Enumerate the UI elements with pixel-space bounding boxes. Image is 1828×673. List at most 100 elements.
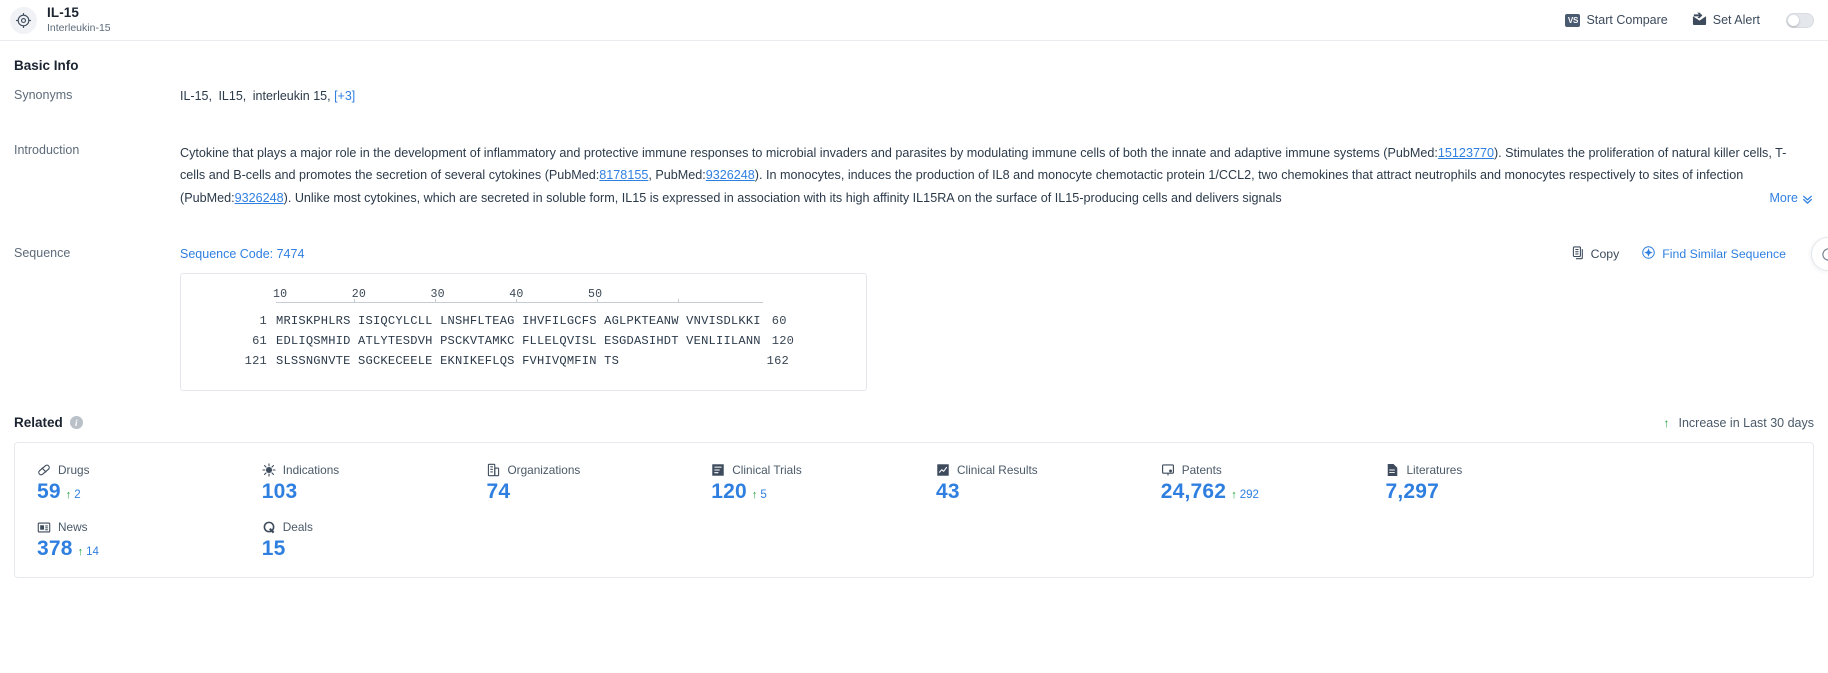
stat-value: 74 (486, 480, 511, 504)
stat-label: Indications (282, 463, 340, 478)
synonym-item: IL-15, (180, 89, 212, 103)
patent-icon (1161, 463, 1175, 477)
copy-label: Copy (1590, 247, 1620, 262)
versus-icon: VS (1565, 13, 1581, 27)
find-similar-sequence-button[interactable]: Find Similar Sequence (1641, 245, 1786, 263)
stat-label: Clinical Results (957, 463, 1038, 478)
app-header: IL-15 Interleukin-15 VS Start Compare Se… (0, 0, 1828, 41)
ruler-tick: 10 (273, 288, 288, 302)
up-arrow-icon: ↑ (751, 489, 758, 502)
copy-sequence-button[interactable]: Copy (1572, 246, 1620, 263)
introduction-more-label: More (1769, 191, 1798, 206)
page-body: Basic Info Synonyms IL-15, IL15, interle… (0, 41, 1828, 579)
start-compare-button[interactable]: VS Start Compare (1565, 13, 1668, 27)
sequence-line: 1 MRISKPHLRS ISIQCYLCLL LNSHFLTEAG IHVFI… (181, 314, 866, 328)
page-title: IL-15 (47, 5, 80, 21)
stat-delta-value: 14 (86, 546, 99, 559)
sequence-line: 121 SLSSNGNVTE SGCKECEELE EKNIKEFLQS FVH… (181, 354, 866, 368)
pubmed-link[interactable]: 15123770 (1438, 146, 1494, 160)
stat-card-patents[interactable]: Patents 24,762 ↑ 292 (1139, 457, 1364, 514)
stat-label: Deals (282, 520, 313, 535)
clinical-result-icon (936, 463, 950, 477)
stat-label: Patents (1181, 463, 1222, 478)
stat-value: 120 (711, 480, 747, 504)
stat-delta: ↑ 14 (78, 546, 99, 558)
up-arrow-icon: ↑ (77, 546, 84, 559)
stat-label: Drugs (58, 463, 90, 478)
related-stats-card: Drugs 59 ↑ 2 Indications 103 Organizatio… (14, 442, 1814, 579)
ruler-tick: 50 (588, 288, 603, 302)
stat-value: 59 (37, 480, 61, 504)
synonyms-row: Synonyms IL-15, IL15, interleukin 15, [+… (14, 87, 1814, 106)
target-crosshair-icon (10, 6, 37, 34)
stat-card-clinical-results[interactable]: Clinical Results 43 (914, 457, 1139, 514)
sequence-code-link[interactable]: Sequence Code: 7474 (180, 247, 304, 261)
pubmed-link[interactable]: 9326248 (235, 191, 284, 205)
entity-subtitle: Interleukin-15 (47, 21, 111, 34)
sequence-residues: EDLIQSMHID ATLYTESDVH PSCKVTAMKC FLLELQV… (276, 334, 761, 349)
stat-card-spacer (1588, 457, 1813, 514)
sequence-line: 61 EDLIQSMHID ATLYTESDVH PSCKVTAMKC FLLE… (181, 334, 866, 348)
sequence-residues: SLSSNGNVTE SGCKECEELE EKNIKEFLQS FVHIVQM… (276, 354, 620, 369)
sequence-residues: MRISKPHLRS ISIQCYLCLL LNSHFLTEAG IHVFILG… (276, 314, 761, 329)
stat-card-literatures[interactable]: Literatures 7,297 (1364, 457, 1589, 514)
stat-value: 103 (261, 480, 298, 504)
set-alert-label: Set Alert (1712, 13, 1760, 27)
intro-segment: ). Unlike most cytokines, which are secr… (283, 190, 1282, 205)
stat-value: 378 (37, 537, 73, 561)
intro-segment: Cytokine that plays a major role in the … (180, 145, 1438, 160)
set-alert-button[interactable]: Set Alert (1692, 12, 1760, 29)
virus-icon (262, 463, 276, 477)
building-icon (487, 463, 501, 477)
pubmed-link[interactable]: 8178155 (599, 168, 648, 182)
sequence-viewer[interactable]: 10 20 30 40 50 1 MRISKPHLRS ISIQCYLCLL L… (180, 273, 867, 392)
stat-card-news[interactable]: News 378 ↑ 14 (15, 514, 240, 571)
clinical-trial-icon (711, 463, 725, 477)
related-heading-label: Related (14, 415, 63, 431)
related-header: Related i ↑ Increase in Last 30 days (14, 391, 1814, 442)
related-heading: Related i (14, 415, 83, 430)
sequence-header: Sequence Code: 7474 Copy Find Similar Se… (180, 245, 1814, 263)
sequence-ruler-bar (276, 299, 763, 304)
sequence-tools: Copy Find Similar Sequence (1572, 245, 1786, 263)
alert-envelope-icon (1692, 12, 1707, 29)
sequence-label: Sequence (14, 246, 71, 261)
related-stats-grid: Drugs 59 ↑ 2 Indications 103 Organizatio… (15, 457, 1813, 571)
start-compare-label: Start Compare (1586, 13, 1668, 27)
stat-delta-value: 292 (1239, 489, 1259, 502)
introduction-more-button[interactable]: More (1721, 187, 1814, 210)
sequence-end-index: 120 (771, 334, 795, 349)
stat-delta: ↑ 292 (1231, 489, 1259, 501)
up-arrow-icon: ↑ (65, 489, 72, 502)
deals-icon (262, 520, 276, 534)
sequence-start-index: 121 (244, 354, 267, 369)
increase-legend-label: Increase in Last 30 days (1678, 415, 1815, 430)
literature-icon (1386, 463, 1400, 477)
news-icon (37, 520, 51, 534)
stat-card-drugs[interactable]: Drugs 59 ↑ 2 (15, 457, 240, 514)
sequence-row: Sequence Sequence Code: 7474 Copy Find S… (14, 245, 1814, 392)
sequence-end-index: 60 (771, 314, 787, 329)
alert-toggle[interactable] (1786, 12, 1814, 28)
up-arrow-icon: ↑ (1231, 489, 1237, 502)
ruler-tick: 30 (430, 288, 445, 302)
stat-card-organizations[interactable]: Organizations 74 (465, 457, 690, 514)
synonyms-label: Synonyms (14, 88, 73, 102)
intro-segment: , PubMed: (648, 168, 706, 183)
sequence-start-index: 61 (252, 334, 267, 349)
stat-value: 43 (936, 480, 960, 504)
info-icon[interactable]: i (69, 416, 83, 430)
basic-info-heading: Basic Info (14, 41, 1814, 87)
synonyms-more-link[interactable]: [+3] (334, 89, 355, 103)
stat-label: News (58, 520, 88, 535)
stat-delta-value: 5 (760, 489, 767, 502)
stat-label: Clinical Trials (732, 463, 802, 478)
find-similar-label: Find Similar Sequence (1662, 247, 1786, 262)
stat-card-clinical-trials[interactable]: Clinical Trials 120 ↑ 5 (689, 457, 914, 514)
stat-card-indications[interactable]: Indications 103 (240, 457, 465, 514)
stat-delta: ↑ 2 (66, 489, 81, 501)
stat-value: 24,762 (1160, 480, 1227, 504)
stat-card-deals[interactable]: Deals 15 (240, 514, 465, 571)
pubmed-link[interactable]: 9326248 (706, 168, 755, 182)
synonym-item: IL15, (218, 89, 247, 103)
